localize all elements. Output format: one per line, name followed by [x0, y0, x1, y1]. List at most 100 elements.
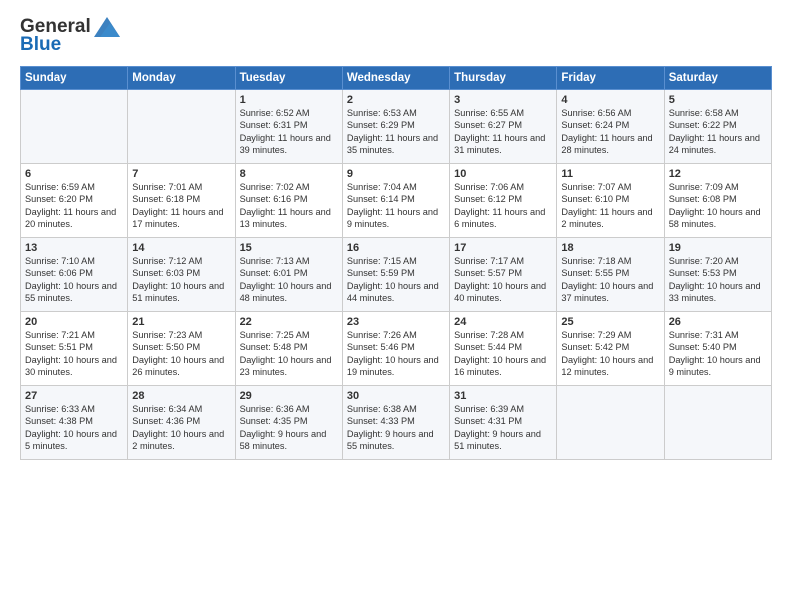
calendar-cell: 27Sunrise: 6:33 AMSunset: 4:38 PMDayligh…	[21, 386, 128, 460]
day-number: 25	[561, 316, 659, 328]
day-info: Sunrise: 7:21 AMSunset: 5:51 PMDaylight:…	[25, 329, 123, 379]
day-info: Sunrise: 7:07 AMSunset: 6:10 PMDaylight:…	[561, 181, 659, 231]
day-number: 9	[347, 168, 445, 180]
weekday-header-friday: Friday	[557, 67, 664, 90]
calendar-cell: 9Sunrise: 7:04 AMSunset: 6:14 PMDaylight…	[342, 164, 449, 238]
calendar-cell: 24Sunrise: 7:28 AMSunset: 5:44 PMDayligh…	[450, 312, 557, 386]
day-info: Sunrise: 7:26 AMSunset: 5:46 PMDaylight:…	[347, 329, 445, 379]
calendar-cell: 31Sunrise: 6:39 AMSunset: 4:31 PMDayligh…	[450, 386, 557, 460]
calendar-cell: 16Sunrise: 7:15 AMSunset: 5:59 PMDayligh…	[342, 238, 449, 312]
calendar-cell: 8Sunrise: 7:02 AMSunset: 6:16 PMDaylight…	[235, 164, 342, 238]
day-info: Sunrise: 7:28 AMSunset: 5:44 PMDaylight:…	[454, 329, 552, 379]
calendar-cell: 4Sunrise: 6:56 AMSunset: 6:24 PMDaylight…	[557, 90, 664, 164]
calendar-cell: 29Sunrise: 6:36 AMSunset: 4:35 PMDayligh…	[235, 386, 342, 460]
calendar-cell: 22Sunrise: 7:25 AMSunset: 5:48 PMDayligh…	[235, 312, 342, 386]
day-info: Sunrise: 7:02 AMSunset: 6:16 PMDaylight:…	[240, 181, 338, 231]
calendar-week-5: 27Sunrise: 6:33 AMSunset: 4:38 PMDayligh…	[21, 386, 772, 460]
day-info: Sunrise: 6:38 AMSunset: 4:33 PMDaylight:…	[347, 403, 445, 453]
day-number: 3	[454, 94, 552, 106]
calendar-cell: 3Sunrise: 6:55 AMSunset: 6:27 PMDaylight…	[450, 90, 557, 164]
calendar-week-4: 20Sunrise: 7:21 AMSunset: 5:51 PMDayligh…	[21, 312, 772, 386]
day-info: Sunrise: 6:59 AMSunset: 6:20 PMDaylight:…	[25, 181, 123, 231]
day-info: Sunrise: 7:29 AMSunset: 5:42 PMDaylight:…	[561, 329, 659, 379]
day-info: Sunrise: 6:58 AMSunset: 6:22 PMDaylight:…	[669, 107, 767, 157]
calendar-cell: 10Sunrise: 7:06 AMSunset: 6:12 PMDayligh…	[450, 164, 557, 238]
day-number: 14	[132, 242, 230, 254]
calendar-cell: 20Sunrise: 7:21 AMSunset: 5:51 PMDayligh…	[21, 312, 128, 386]
calendar-header: SundayMondayTuesdayWednesdayThursdayFrid…	[21, 67, 772, 90]
day-number: 21	[132, 316, 230, 328]
day-number: 20	[25, 316, 123, 328]
logo-icon	[94, 17, 120, 37]
day-info: Sunrise: 7:23 AMSunset: 5:50 PMDaylight:…	[132, 329, 230, 379]
day-number: 11	[561, 168, 659, 180]
day-number: 5	[669, 94, 767, 106]
calendar-page: General Blue SundayMondayTuesdayWednesda…	[0, 0, 792, 612]
day-info: Sunrise: 7:12 AMSunset: 6:03 PMDaylight:…	[132, 255, 230, 305]
day-info: Sunrise: 7:01 AMSunset: 6:18 PMDaylight:…	[132, 181, 230, 231]
day-info: Sunrise: 6:56 AMSunset: 6:24 PMDaylight:…	[561, 107, 659, 157]
day-number: 31	[454, 390, 552, 402]
day-info: Sunrise: 7:18 AMSunset: 5:55 PMDaylight:…	[561, 255, 659, 305]
day-info: Sunrise: 6:39 AMSunset: 4:31 PMDaylight:…	[454, 403, 552, 453]
day-info: Sunrise: 7:31 AMSunset: 5:40 PMDaylight:…	[669, 329, 767, 379]
calendar-cell: 19Sunrise: 7:20 AMSunset: 5:53 PMDayligh…	[664, 238, 771, 312]
day-info: Sunrise: 7:13 AMSunset: 6:01 PMDaylight:…	[240, 255, 338, 305]
header: General Blue	[20, 16, 772, 56]
calendar-cell: 13Sunrise: 7:10 AMSunset: 6:06 PMDayligh…	[21, 238, 128, 312]
day-number: 2	[347, 94, 445, 106]
calendar-cell: 23Sunrise: 7:26 AMSunset: 5:46 PMDayligh…	[342, 312, 449, 386]
day-info: Sunrise: 6:55 AMSunset: 6:27 PMDaylight:…	[454, 107, 552, 157]
day-number: 30	[347, 390, 445, 402]
calendar-cell: 11Sunrise: 7:07 AMSunset: 6:10 PMDayligh…	[557, 164, 664, 238]
weekday-header-saturday: Saturday	[664, 67, 771, 90]
day-number: 28	[132, 390, 230, 402]
weekday-header-tuesday: Tuesday	[235, 67, 342, 90]
day-info: Sunrise: 6:52 AMSunset: 6:31 PMDaylight:…	[240, 107, 338, 157]
day-info: Sunrise: 6:34 AMSunset: 4:36 PMDaylight:…	[132, 403, 230, 453]
logo-blue: Blue	[20, 34, 61, 56]
weekday-header-wednesday: Wednesday	[342, 67, 449, 90]
day-info: Sunrise: 6:33 AMSunset: 4:38 PMDaylight:…	[25, 403, 123, 453]
day-info: Sunrise: 6:53 AMSunset: 6:29 PMDaylight:…	[347, 107, 445, 157]
day-number: 27	[25, 390, 123, 402]
calendar-cell: 6Sunrise: 6:59 AMSunset: 6:20 PMDaylight…	[21, 164, 128, 238]
day-number: 7	[132, 168, 230, 180]
calendar-cell: 18Sunrise: 7:18 AMSunset: 5:55 PMDayligh…	[557, 238, 664, 312]
calendar-week-2: 6Sunrise: 6:59 AMSunset: 6:20 PMDaylight…	[21, 164, 772, 238]
calendar-cell: 28Sunrise: 6:34 AMSunset: 4:36 PMDayligh…	[128, 386, 235, 460]
calendar-body: 1Sunrise: 6:52 AMSunset: 6:31 PMDaylight…	[21, 90, 772, 460]
calendar-cell	[557, 386, 664, 460]
day-number: 22	[240, 316, 338, 328]
day-number: 8	[240, 168, 338, 180]
day-info: Sunrise: 7:25 AMSunset: 5:48 PMDaylight:…	[240, 329, 338, 379]
day-info: Sunrise: 7:10 AMSunset: 6:06 PMDaylight:…	[25, 255, 123, 305]
logo: General Blue	[20, 16, 120, 56]
calendar-cell: 5Sunrise: 6:58 AMSunset: 6:22 PMDaylight…	[664, 90, 771, 164]
calendar-cell	[21, 90, 128, 164]
weekday-row: SundayMondayTuesdayWednesdayThursdayFrid…	[21, 67, 772, 90]
day-number: 26	[669, 316, 767, 328]
day-info: Sunrise: 7:17 AMSunset: 5:57 PMDaylight:…	[454, 255, 552, 305]
day-number: 1	[240, 94, 338, 106]
day-info: Sunrise: 7:09 AMSunset: 6:08 PMDaylight:…	[669, 181, 767, 231]
calendar-cell: 17Sunrise: 7:17 AMSunset: 5:57 PMDayligh…	[450, 238, 557, 312]
calendar-cell: 14Sunrise: 7:12 AMSunset: 6:03 PMDayligh…	[128, 238, 235, 312]
calendar-cell: 30Sunrise: 6:38 AMSunset: 4:33 PMDayligh…	[342, 386, 449, 460]
calendar-cell: 25Sunrise: 7:29 AMSunset: 5:42 PMDayligh…	[557, 312, 664, 386]
day-number: 18	[561, 242, 659, 254]
day-info: Sunrise: 7:15 AMSunset: 5:59 PMDaylight:…	[347, 255, 445, 305]
day-number: 17	[454, 242, 552, 254]
day-info: Sunrise: 7:06 AMSunset: 6:12 PMDaylight:…	[454, 181, 552, 231]
calendar-cell: 1Sunrise: 6:52 AMSunset: 6:31 PMDaylight…	[235, 90, 342, 164]
calendar-cell: 15Sunrise: 7:13 AMSunset: 6:01 PMDayligh…	[235, 238, 342, 312]
calendar-cell: 12Sunrise: 7:09 AMSunset: 6:08 PMDayligh…	[664, 164, 771, 238]
calendar-cell: 21Sunrise: 7:23 AMSunset: 5:50 PMDayligh…	[128, 312, 235, 386]
calendar-week-1: 1Sunrise: 6:52 AMSunset: 6:31 PMDaylight…	[21, 90, 772, 164]
calendar-cell	[664, 386, 771, 460]
day-info: Sunrise: 6:36 AMSunset: 4:35 PMDaylight:…	[240, 403, 338, 453]
calendar-week-3: 13Sunrise: 7:10 AMSunset: 6:06 PMDayligh…	[21, 238, 772, 312]
day-number: 15	[240, 242, 338, 254]
day-number: 13	[25, 242, 123, 254]
calendar-cell: 7Sunrise: 7:01 AMSunset: 6:18 PMDaylight…	[128, 164, 235, 238]
